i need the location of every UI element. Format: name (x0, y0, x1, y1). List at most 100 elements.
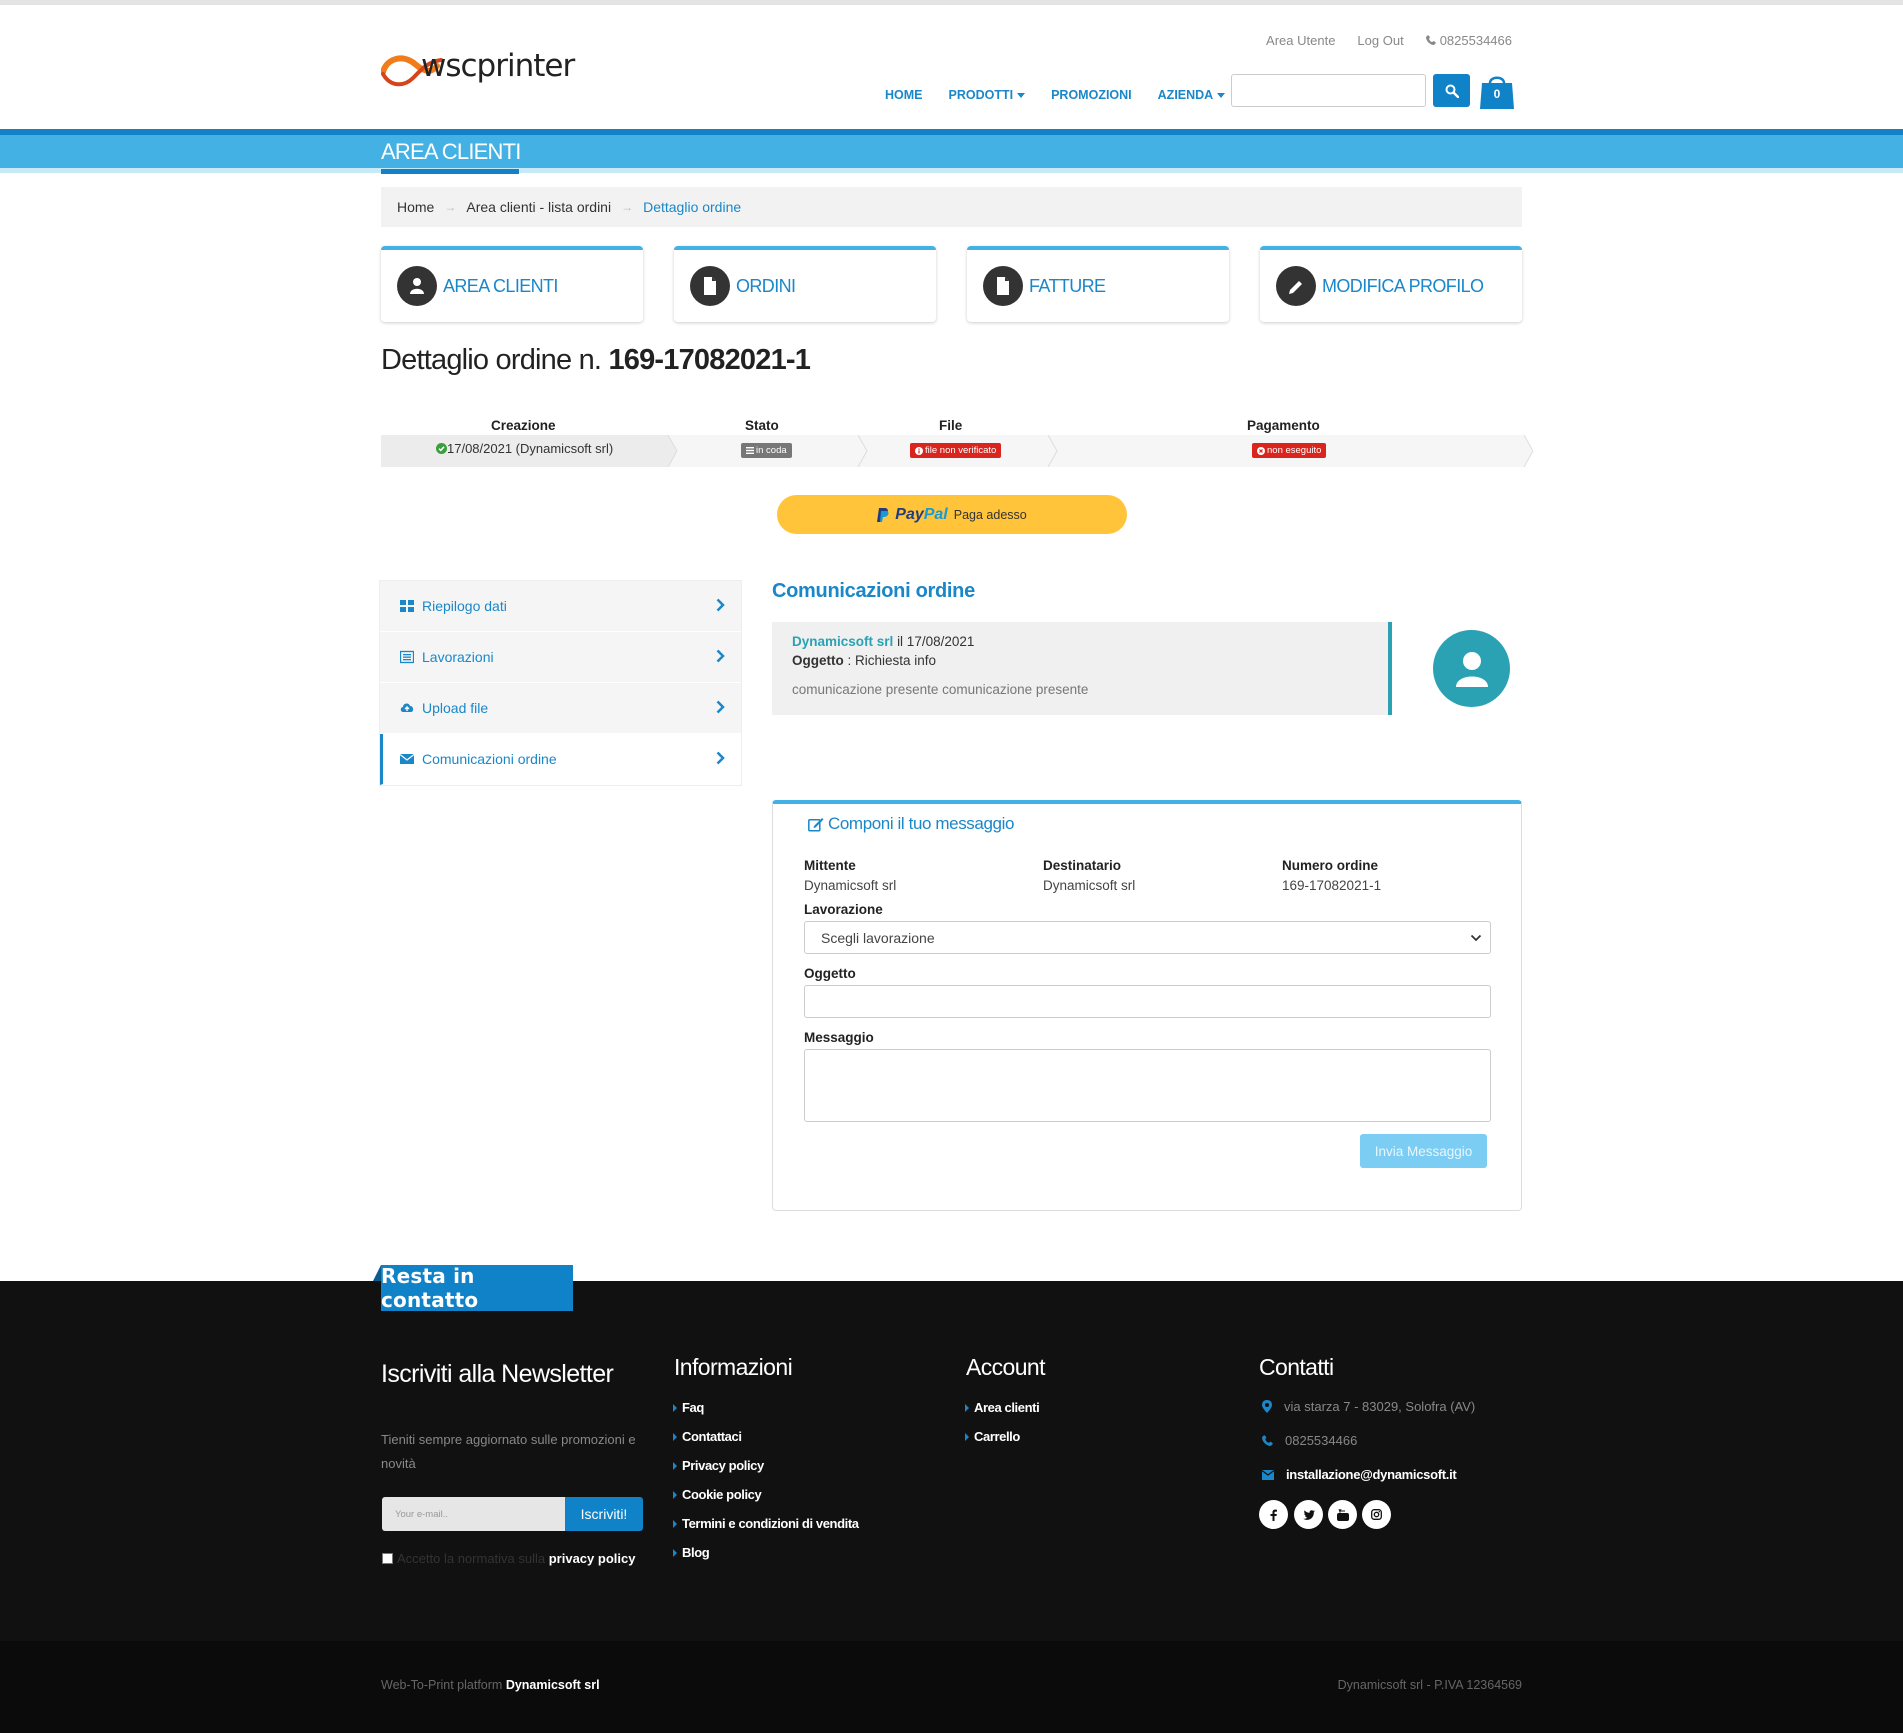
document-icon (983, 266, 1023, 306)
caret-down-icon (1217, 93, 1226, 99)
tile-ordini[interactable]: ORDINI (674, 246, 936, 322)
footer-link-faq[interactable]: Faq (673, 1393, 859, 1422)
sidebar-item-lavorazioni[interactable]: Lavorazioni (380, 632, 741, 683)
step-file-value: file non verificato (910, 443, 1002, 458)
nav-promozioni[interactable]: PROMOZIONI (1051, 88, 1132, 102)
breadcrumb-home[interactable]: Home (397, 199, 434, 215)
logout-link[interactable]: Log Out (1357, 33, 1403, 48)
cart-button[interactable]: 0 (1480, 73, 1514, 109)
breadcrumb-current: Dettaglio ordine (643, 199, 742, 215)
informazioni-title: Informazioni (674, 1354, 793, 1380)
nav-prodotti[interactable]: PRODOTTI (949, 88, 1026, 102)
numero-ordine-label: Numero ordine (1282, 858, 1379, 873)
message-date: il 17/08/2021 (897, 634, 975, 649)
contact-tab-fold (373, 1265, 381, 1281)
privacy-terms: Accetto la normativa sulla privacy polic… (397, 1551, 635, 1566)
instagram-icon (1371, 1509, 1382, 1520)
search-input[interactable] (1231, 74, 1426, 107)
message-body: comunicazione presente comunicazione pre… (792, 682, 1089, 697)
mittente-value: Dynamicsoft srl (804, 878, 897, 893)
privacy-policy-link[interactable]: privacy policy (549, 1551, 636, 1566)
sidebar-item-comunicazioni[interactable]: Comunicazioni ordine (380, 734, 741, 785)
order-sidebar: Riepilogo dati Lavorazioni Upload file C… (379, 580, 742, 786)
search-button[interactable] (1433, 74, 1470, 107)
caret-right-icon (965, 1432, 969, 1441)
footer-link-contattaci[interactable]: Contattaci (673, 1422, 859, 1451)
footer (0, 1281, 1903, 1641)
cloud-upload-icon (400, 703, 414, 712)
cart-count: 0 (1493, 87, 1501, 101)
oggetto-input[interactable] (804, 985, 1491, 1018)
contact-email[interactable]: installazione@dynamicsoft.it (1262, 1467, 1457, 1482)
platform-credit: Web-To-Print platform Dynamicsoft srl (381, 1678, 600, 1692)
footer-link-area-clienti[interactable]: Area clienti (965, 1393, 1040, 1422)
account-title: Account (966, 1354, 1046, 1380)
tile-area-clienti[interactable]: AREA CLIENTI (381, 246, 643, 322)
paypal-label: Paga adesso (953, 507, 1027, 522)
instagram-button[interactable] (1362, 1500, 1391, 1529)
sidebar-item-label: Riepilogo dati (422, 598, 507, 614)
step-label-stato: Stato (745, 418, 779, 433)
step-label-pagamento: Pagamento (1247, 418, 1320, 433)
tile-modifica-profilo[interactable]: MODIFICA PROFILO (1260, 246, 1522, 322)
area-utente-link[interactable]: Area Utente (1266, 33, 1335, 48)
caret-right-icon (673, 1490, 677, 1499)
check-circle-icon (436, 443, 447, 454)
contact-phone-text: 0825534466 (1285, 1433, 1358, 1448)
info-circle-icon (915, 446, 923, 455)
youtube-button[interactable] (1328, 1500, 1357, 1529)
phone-number: 0825534466 (1439, 33, 1512, 48)
tile-fatture[interactable]: FATTURE (967, 246, 1229, 322)
arrow-right-icon: → (444, 200, 457, 214)
phone-icon (1262, 1435, 1273, 1446)
chevron-down-icon (1470, 934, 1482, 942)
facebook-button[interactable] (1259, 1500, 1288, 1529)
company-vat: Dynamicsoft srl - P.IVA 12364569 (1337, 1678, 1522, 1692)
page-title: Dettaglio ordine n. 169-17082021-1 (381, 344, 811, 377)
contact-tab: Resta in contatto (381, 1264, 573, 1312)
newsletter-subscribe-button[interactable]: Iscriviti! (565, 1497, 643, 1531)
footer-link-blog[interactable]: Blog (673, 1538, 859, 1567)
tile-modifica-profilo-label: MODIFICA PROFILO (1322, 275, 1484, 296)
main-nav: HOME PRODOTTI PROMOZIONI AZIENDA (885, 88, 1226, 102)
close-circle-icon (1257, 446, 1265, 455)
user-icon (1455, 651, 1488, 687)
caret-right-icon (673, 1403, 677, 1412)
sidebar-item-riepilogo[interactable]: Riepilogo dati (380, 581, 741, 632)
sidebar-item-upload[interactable]: Upload file (380, 683, 741, 734)
wscprinter-logo[interactable]: wscprinter (381, 44, 603, 92)
footer-link-carrello[interactable]: Carrello (965, 1422, 1039, 1451)
newsletter-text: Tieniti sempre aggiornato sulle promozio… (381, 1432, 636, 1471)
breadcrumb: Home → Area clienti - lista ordini → Det… (381, 187, 1522, 227)
edit-icon (808, 817, 824, 832)
newsletter-email-input[interactable]: Your e-mail.. (382, 1497, 565, 1531)
twitter-button[interactable] (1294, 1500, 1323, 1529)
banner-bottom-stripe (0, 168, 1903, 173)
platform-credit-brand[interactable]: Dynamicsoft srl (506, 1678, 600, 1692)
lavorazione-label: Lavorazione (804, 902, 883, 917)
footer-link-termini[interactable]: Termini e condizioni di vendita (673, 1509, 859, 1538)
lavorazione-select[interactable]: Scegli lavorazione (804, 921, 1491, 954)
tile-fatture-label: FATTURE (1029, 275, 1106, 296)
chevron-right-icon (716, 751, 725, 765)
destinatario-value: Dynamicsoft srl (1043, 878, 1136, 893)
nav-azienda[interactable]: AZIENDA (1158, 88, 1226, 102)
footer-link-cookie[interactable]: Cookie policy (673, 1480, 859, 1509)
nav-prodotti-label: PRODOTTI (948, 88, 1014, 102)
status-badge-text: in coda (756, 445, 787, 456)
banner-bar (0, 135, 1903, 168)
caret-down-icon (1017, 93, 1026, 99)
privacy-checkbox[interactable] (382, 1553, 393, 1564)
breadcrumb-order-list[interactable]: Area clienti - lista ordini (466, 199, 611, 215)
nav-home[interactable]: HOME (885, 88, 923, 102)
message-subject-line: Oggetto : Richiesta info (792, 653, 1368, 668)
send-message-button[interactable]: Invia Messaggio (1360, 1134, 1487, 1168)
contact-address: via starza 7 - 83029, Solofra (AV) (1262, 1399, 1475, 1414)
paypal-button[interactable]: PayPal Paga adesso (777, 495, 1127, 534)
messaggio-textarea[interactable] (804, 1049, 1491, 1122)
phone-link[interactable]: 0825534466 (1425, 33, 1512, 48)
youtube-icon (1336, 1508, 1349, 1521)
footer-link-privacy[interactable]: Privacy policy (673, 1451, 859, 1480)
avatar (1433, 630, 1510, 707)
privacy-terms-text: Accetto la normativa sulla (397, 1551, 549, 1566)
